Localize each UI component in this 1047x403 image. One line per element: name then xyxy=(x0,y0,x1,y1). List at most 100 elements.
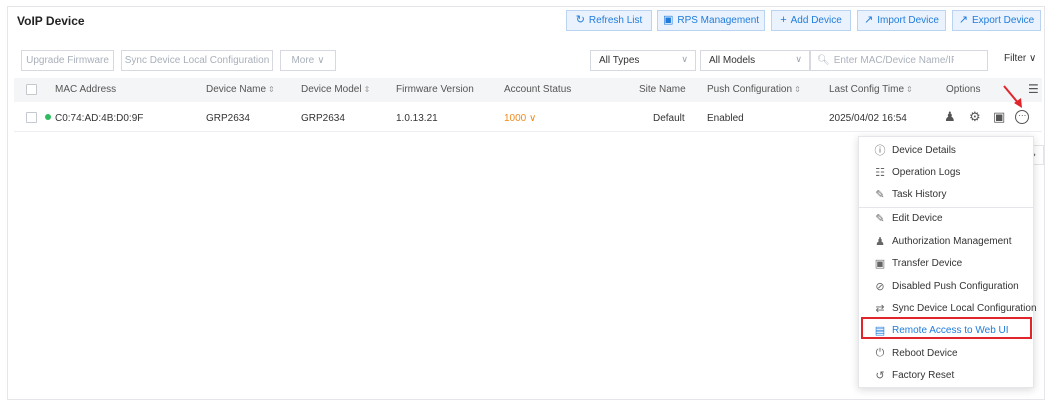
export-device-label: Export Device xyxy=(971,15,1035,26)
menu-item-disabled-push-configuration[interactable]: ⊘ Disabled Push Configuration xyxy=(874,277,1019,295)
menu-item-reboot-device[interactable]: ⏻︎ Reboot Device xyxy=(874,344,958,362)
menu-item-authorization-management[interactable]: ♟︎ Authorization Management xyxy=(874,232,1012,250)
column-options: Options xyxy=(946,84,981,95)
authorization-icon: ♟︎ xyxy=(875,235,885,248)
firmware-version-cell: 1.0.13.21 xyxy=(396,113,438,124)
export-device-button[interactable]: ↗ Export Device xyxy=(952,10,1041,31)
search-input[interactable] xyxy=(833,55,954,66)
chevron-down-icon: ∨ xyxy=(317,55,325,66)
more-options-menu: ⓘ Device Details ☷ Operation Logs ✎ Task… xyxy=(858,136,1037,388)
menu-item-label: Reboot Device xyxy=(892,347,958,359)
transfer-icon: ▣ xyxy=(874,257,886,270)
menu-item-edit-device[interactable]: ✎ Edit Device xyxy=(874,209,942,227)
menu-item-task-history[interactable]: ✎ Task History xyxy=(874,185,946,203)
column-device-model-label: Device Model xyxy=(301,84,362,95)
rps-management-label: RPS Management xyxy=(677,15,760,26)
column-account-status: Account Status xyxy=(504,84,572,95)
model-select[interactable]: All Models ∨ xyxy=(700,50,810,71)
refresh-icon: ↻ xyxy=(575,14,585,26)
refresh-list-button[interactable]: ↻ Refresh List xyxy=(566,10,652,31)
import-device-button[interactable]: ↗ Import Device xyxy=(857,10,946,31)
column-device-name-label: Device Name xyxy=(206,84,267,95)
highlight-box xyxy=(861,317,1032,339)
more-options-icon[interactable]: ⋯ xyxy=(1015,110,1029,124)
sync-config-button[interactable]: Sync Device Local Configuration xyxy=(121,50,273,71)
device-name-cell: GRP2634 xyxy=(206,113,250,124)
sort-icon: ⇕ xyxy=(268,85,275,94)
column-settings-icon[interactable]: ☰ xyxy=(1028,82,1039,96)
push-configuration-cell: Enabled xyxy=(707,113,744,124)
device-model-cell: GRP2634 xyxy=(301,113,345,124)
column-site-name: Site Name xyxy=(639,84,686,95)
type-select[interactable]: All Types ∨ xyxy=(590,50,696,71)
table-row: C0:74:AD:4B:D0:9F GRP2634 GRP2634 1.0.13… xyxy=(14,104,1042,132)
add-device-button[interactable]: + Add Device xyxy=(771,10,851,31)
plus-icon: + xyxy=(780,14,787,26)
menu-item-label: Disabled Push Configuration xyxy=(892,280,1019,292)
menu-item-label: Sync Device Local Configuration xyxy=(892,302,1037,314)
chevron-down-icon: ∨ xyxy=(795,54,802,64)
sort-icon: ⇕ xyxy=(363,85,371,94)
mac-address-cell: C0:74:AD:4B:D0:9F xyxy=(45,113,143,124)
menu-item-factory-reset[interactable]: ↺ Factory Reset xyxy=(874,366,954,384)
row-checkbox[interactable] xyxy=(26,112,37,123)
filter-label: Filter xyxy=(1004,53,1027,64)
gear-icon[interactable]: ⚙︎ xyxy=(969,110,981,123)
column-push-configuration[interactable]: Push Configuration ⇕ xyxy=(707,84,801,95)
transfer-icon[interactable]: ▣ xyxy=(993,110,1005,123)
import-device-label: Import Device xyxy=(877,15,939,26)
type-select-value: All Types xyxy=(599,55,640,66)
reset-icon: ↺ xyxy=(875,369,885,382)
sort-icon: ⇕ xyxy=(906,85,913,94)
export-icon: ↗ xyxy=(958,14,968,26)
info-icon: ⓘ xyxy=(874,145,886,157)
more-label: More xyxy=(291,55,315,66)
power-icon: ⏻︎ xyxy=(875,346,885,359)
menu-item-sync-device-local-configuration[interactable]: ⇄ Sync Device Local Configuration xyxy=(874,299,1037,317)
column-firmware-version: Firmware Version xyxy=(396,84,474,95)
column-last-config-time-label: Last Config Time xyxy=(829,84,905,95)
rps-management-button[interactable]: ▣ RPS Management xyxy=(657,10,765,31)
upgrade-firmware-button[interactable]: Upgrade Firmware xyxy=(21,50,114,71)
chevron-down-icon: ∨ xyxy=(529,113,537,124)
chevron-down-icon: ∨ xyxy=(1029,53,1037,64)
menu-item-label: Authorization Management xyxy=(892,235,1012,247)
account-status-value: 1000 xyxy=(504,113,527,124)
search-box[interactable]: 🔍︎ xyxy=(810,50,988,71)
menu-item-operation-logs[interactable]: ☷ Operation Logs xyxy=(874,163,960,181)
disable-push-icon: ⊘ xyxy=(875,280,885,293)
menu-item-label: Task History xyxy=(892,188,947,200)
chevron-down-icon: ∨ xyxy=(681,54,688,64)
refresh-list-label: Refresh List xyxy=(588,15,643,26)
search-icon: 🔍︎ xyxy=(817,55,830,66)
mac-address-value: C0:74:AD:4B:D0:9F xyxy=(55,113,144,124)
task-history-icon: ✎ xyxy=(875,188,885,201)
sync-config-icon: ⇄ xyxy=(875,302,885,315)
import-icon: ↗ xyxy=(864,14,874,26)
menu-item-device-details[interactable]: ⓘ Device Details xyxy=(874,141,956,159)
menu-item-transfer-device[interactable]: ▣ Transfer Device xyxy=(874,254,962,272)
online-status-dot xyxy=(45,114,51,120)
log-icon: ☷ xyxy=(875,166,885,179)
menu-item-label: Factory Reset xyxy=(892,369,955,381)
more-dropdown[interactable]: More ∨ xyxy=(280,50,336,71)
column-device-model[interactable]: Device Model ⇕ xyxy=(301,84,370,95)
column-device-name[interactable]: Device Name ⇕ xyxy=(206,84,275,95)
page-title: VoIP Device xyxy=(17,14,85,28)
authorization-icon[interactable]: ♟︎ xyxy=(944,110,956,123)
menu-item-label: Transfer Device xyxy=(892,257,963,269)
select-all-checkbox[interactable] xyxy=(26,84,37,95)
last-config-time-cell: 2025/04/02 16:54 xyxy=(829,113,907,124)
account-status-dropdown[interactable]: 1000 ∨ xyxy=(504,113,536,124)
model-select-value: All Models xyxy=(709,55,756,66)
add-device-label: Add Device xyxy=(790,15,842,26)
table-header: MAC Address Device Name ⇕ Device Model ⇕ F… xyxy=(14,78,1042,102)
sort-icon: ⇕ xyxy=(794,85,801,94)
site-name-cell: Default xyxy=(653,113,685,124)
filter-button[interactable]: Filter ∨ xyxy=(1004,53,1036,64)
column-push-configuration-label: Push Configuration xyxy=(707,84,793,95)
red-arrow-annotation xyxy=(1003,85,1022,108)
menu-divider xyxy=(859,207,1033,208)
column-last-config-time[interactable]: Last Config Time ⇕ xyxy=(829,84,913,95)
edit-icon: ✎ xyxy=(875,212,885,225)
